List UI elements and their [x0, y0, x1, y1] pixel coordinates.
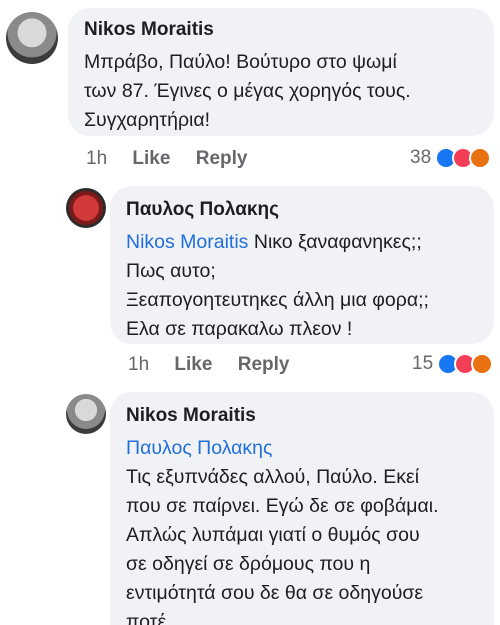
comment-text-line: σε οδηγεί σε δρόμους που η — [126, 553, 371, 575]
comment-text-line: εντιμότητά σου δε θα σε οδηγούσε — [126, 582, 424, 604]
comment-text-line: Πως αυτο; — [126, 260, 216, 282]
mention-link[interactable]: Παυλος Πολακης — [126, 434, 478, 463]
comment-actions: 1h Like Reply — [86, 148, 267, 170]
like-button[interactable]: Like — [132, 148, 170, 169]
mention-link[interactable]: Nikos Moraitis — [126, 231, 248, 253]
like-button[interactable]: Like — [174, 354, 212, 375]
avatar[interactable] — [6, 12, 58, 64]
reaction-count: 15 — [412, 353, 434, 374]
comment-author[interactable]: Παυλος Πολακης — [126, 198, 478, 222]
reaction-summary[interactable]: 38 — [410, 147, 492, 169]
comment-bubble: Nikos Moraitis Παυλος Πολακης Τις εξυπνά… — [110, 392, 494, 625]
reaction-summary[interactable]: 15 — [412, 353, 494, 375]
comment-text-line: Nikos Moraitis Νικο ξαναφανηκες;; — [126, 228, 478, 257]
reply-button[interactable]: Reply — [238, 354, 290, 375]
comment-author[interactable]: Nikos Moraitis — [84, 18, 478, 42]
comment-text-line: Απλώς λυπάμαι γιατί ο θυμός σου — [126, 524, 420, 546]
comment-text-line: Ελα σε παρακαλω πλεον ! — [126, 318, 353, 340]
comment-bubble: Παυλος Πολακης Nikos Moraitis Νικο ξαναφ… — [110, 186, 494, 344]
comment-author[interactable]: Nikos Moraitis — [126, 404, 478, 428]
reply-button[interactable]: Reply — [196, 148, 248, 169]
angry-icon — [469, 147, 492, 169]
reaction-count: 38 — [410, 147, 432, 168]
comment-text-line: των 87. Έγινες ο μέγας χορηγός τους. — [84, 80, 411, 102]
comment-time[interactable]: 1h — [86, 148, 107, 169]
avatar[interactable] — [66, 188, 106, 228]
comment-text-line: Τις εξυπνάδες αλλού, Παύλο. Εκεί — [126, 466, 420, 488]
comment-time[interactable]: 1h — [128, 354, 149, 375]
avatar[interactable] — [66, 394, 106, 434]
angry-icon — [471, 353, 494, 375]
comment-text-line: Ξεαπογοητευτηκες άλλη μια φορα;; — [126, 289, 429, 311]
comment-text-line: Συγχαρητήρια! — [84, 109, 211, 131]
comment-text-fragment: Νικο ξαναφανηκες;; — [248, 231, 422, 253]
comment-bubble: Nikos Moraitis Μπράβο, Παύλο! Βούτυρο στ… — [68, 8, 494, 136]
comment-actions: 1h Like Reply — [128, 354, 309, 376]
comment-text-line: ποτέ. — [126, 611, 172, 625]
comment-text-line: Μπράβο, Παύλο! Βούτυρο στο ψωμί — [84, 51, 397, 73]
comment-text-line: που σε παίρνει. Εγώ δε σε φοβάμαι. — [126, 495, 439, 517]
